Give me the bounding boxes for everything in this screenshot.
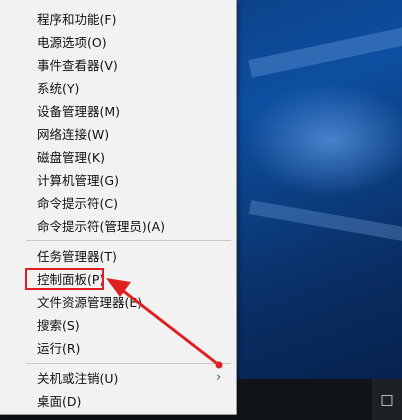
- annotation-arrow-tail-dot: [215, 361, 223, 369]
- annotation-arrow: [106, 278, 223, 369]
- annotation-arrow-shaft: [120, 288, 221, 367]
